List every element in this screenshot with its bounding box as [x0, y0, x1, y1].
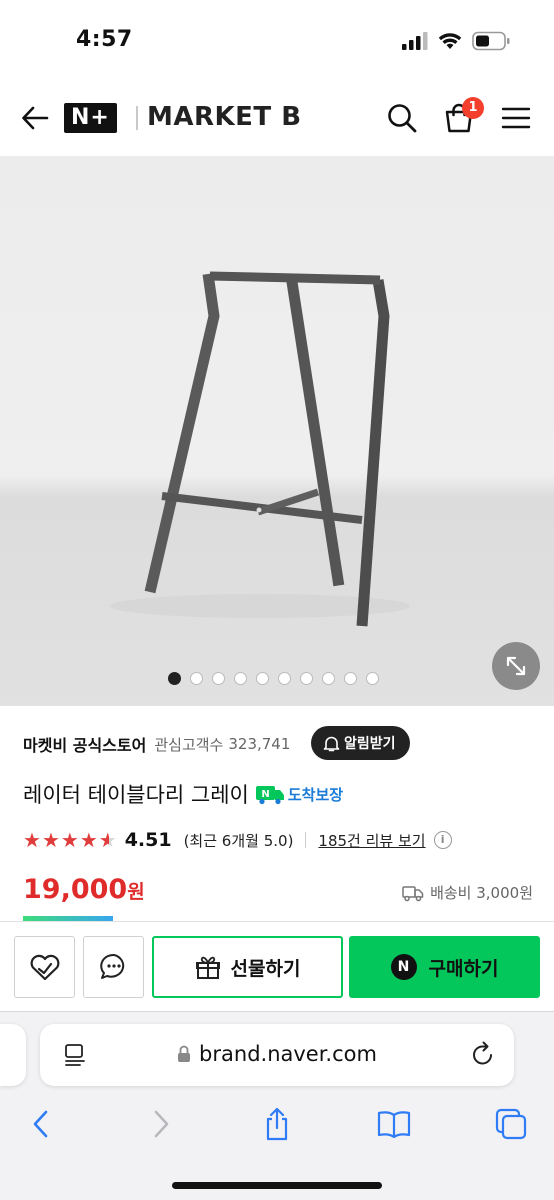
- arrow-left-icon: [22, 106, 49, 130]
- heart-check-icon: [30, 954, 59, 981]
- browser-toolbar: brand.naver.com: [0, 1011, 554, 1200]
- star-icon: ★: [60, 828, 79, 852]
- url-display[interactable]: brand.naver.com: [40, 1042, 514, 1066]
- cart-button[interactable]: 1: [438, 97, 484, 138]
- rating-row: ★ ★ ★ ★ ★ 4.51 (최근 6개월 5.0) 185건 리뷰 보기 i: [23, 826, 452, 854]
- share-icon: [266, 1107, 288, 1141]
- delivery-guarantee-badge[interactable]: N 도착보장: [255, 783, 343, 805]
- carousel-dot[interactable]: [344, 672, 357, 685]
- carousel-dot[interactable]: [234, 672, 247, 685]
- rating-score: 4.51: [124, 829, 172, 851]
- follower-label: 관심고객수: [154, 735, 224, 754]
- carousel-dot[interactable]: [168, 672, 181, 685]
- price-row: 19,000원 배송비 3,000원: [23, 874, 533, 910]
- chat-bubble-icon: [99, 953, 124, 979]
- delivery-truck-icon: [402, 885, 424, 901]
- chevron-right-icon: [154, 1110, 169, 1138]
- search-icon: [388, 104, 417, 133]
- browser-nav-bar: [0, 1100, 554, 1148]
- shipping-info: 배송비 3,000원: [402, 882, 533, 903]
- star-icon: ★: [23, 828, 41, 852]
- buy-label: 구매하기: [428, 957, 499, 980]
- store-logo[interactable]: MARKET B: [147, 102, 302, 132]
- product-title-row: 레이터 테이블다리 그레이 N 도착보장: [23, 778, 343, 810]
- reload-icon[interactable]: [470, 1040, 496, 1068]
- chat-inquiry-button[interactable]: [83, 936, 144, 998]
- notify-button[interactable]: 알림받기: [311, 726, 410, 760]
- menu-button[interactable]: [496, 100, 536, 136]
- search-button[interactable]: [382, 98, 422, 138]
- home-indicator[interactable]: [172, 1182, 382, 1189]
- carousel-dot[interactable]: [366, 672, 379, 685]
- price-amount: 19,000: [23, 874, 128, 905]
- battery-icon: [472, 31, 510, 51]
- info-icon[interactable]: i: [433, 831, 452, 849]
- delivery-badge-label: 도착보장: [287, 785, 344, 804]
- svg-text:N: N: [261, 789, 269, 800]
- carousel-pagination: [168, 672, 379, 685]
- gift-button[interactable]: 선물하기: [152, 936, 343, 998]
- address-bar[interactable]: brand.naver.com: [40, 1024, 514, 1086]
- browser-forward-button[interactable]: [141, 1104, 181, 1144]
- notify-label: 알림받기: [344, 736, 396, 752]
- carousel-dot[interactable]: [322, 672, 335, 685]
- product-image-carousel[interactable]: [0, 156, 554, 706]
- store-name[interactable]: 마켓비 공식스토어: [23, 732, 146, 756]
- gift-box-icon: [195, 956, 220, 979]
- store-row: 마켓비 공식스토어 관심고객수 323,741 알림받기: [23, 724, 533, 764]
- purchase-action-bar: 선물하기 N 구매하기: [0, 921, 554, 1011]
- url-text: brand.naver.com: [199, 1042, 377, 1066]
- rating-recent: (최근 6개월 5.0): [183, 831, 294, 850]
- star-icon: ★: [79, 828, 98, 852]
- app-header: N+ MARKET B 1: [0, 80, 554, 156]
- bookmarks-button[interactable]: [374, 1104, 414, 1144]
- status-time: 4:57: [76, 27, 133, 52]
- carousel-dot[interactable]: [278, 672, 291, 685]
- naver-delivery-truck-icon: N: [255, 786, 284, 805]
- tabs-overview-icon: [495, 1108, 527, 1140]
- wifi-icon: [438, 33, 462, 49]
- product-title: 레이터 테이블다리 그레이: [23, 783, 249, 807]
- chevron-left-icon: [33, 1110, 48, 1138]
- share-button[interactable]: [257, 1104, 297, 1144]
- previous-tab-peek[interactable]: [0, 1024, 26, 1086]
- status-icons: [402, 31, 510, 51]
- shipping-fee: 배송비 3,000원: [430, 884, 533, 902]
- carousel-dot[interactable]: [190, 672, 203, 685]
- expand-arrows-icon: [506, 656, 526, 676]
- trestle-table-leg-image: [110, 271, 410, 627]
- cart-count-badge: 1: [462, 97, 484, 119]
- star-half-icon: ★: [98, 828, 117, 852]
- rating-divider: [305, 832, 307, 848]
- price-unit: 원: [127, 881, 145, 903]
- browser-back-button[interactable]: [21, 1104, 61, 1144]
- price: 19,000원: [23, 874, 145, 905]
- open-book-icon: [377, 1111, 411, 1139]
- follower-count: 323,741: [228, 735, 291, 753]
- star-rating: ★ ★ ★ ★ ★: [23, 828, 117, 852]
- carousel-dot[interactable]: [212, 672, 225, 685]
- hamburger-menu-icon: [501, 107, 531, 129]
- zoom-button[interactable]: [492, 642, 540, 690]
- back-button[interactable]: [18, 100, 52, 136]
- bell-plus-icon: [323, 736, 340, 751]
- lock-icon: [178, 1045, 191, 1062]
- naver-plus-logo[interactable]: N+: [64, 103, 117, 133]
- carousel-dot[interactable]: [300, 672, 313, 685]
- naver-n-icon: N: [390, 954, 417, 980]
- status-bar: 4:57: [0, 0, 554, 80]
- review-link[interactable]: 185건 리뷰 보기: [318, 830, 425, 851]
- buy-button[interactable]: N 구매하기: [349, 936, 540, 998]
- logo-divider: [136, 106, 138, 130]
- tabs-button[interactable]: [491, 1104, 531, 1144]
- gift-label: 선물하기: [230, 957, 301, 980]
- star-icon: ★: [41, 828, 60, 852]
- cellular-signal-icon: [402, 32, 428, 50]
- carousel-dot[interactable]: [256, 672, 269, 685]
- wishlist-button[interactable]: [14, 936, 75, 998]
